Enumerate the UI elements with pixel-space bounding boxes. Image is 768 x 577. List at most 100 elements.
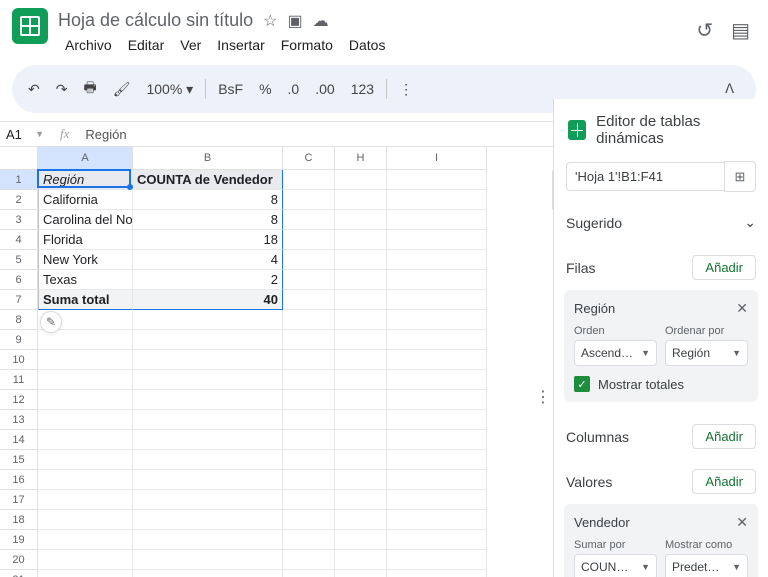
cell[interactable] [133,430,283,450]
cell[interactable] [38,370,133,390]
row-header[interactable]: 11 [0,370,38,390]
row-header[interactable]: 1 [0,170,38,190]
row-header[interactable]: 17 [0,490,38,510]
cell[interactable]: Texas [38,270,133,290]
showas-select[interactable]: Predet…▼ [665,554,748,577]
cell[interactable]: Florida [38,230,133,250]
currency-button[interactable]: BsF [210,75,251,103]
add-values-button[interactable]: Añadir [692,469,756,494]
row-header[interactable]: 13 [0,410,38,430]
cell[interactable] [133,450,283,470]
move-folder-icon[interactable]: ▣ [287,11,302,31]
cell[interactable] [283,210,335,230]
order-select[interactable]: Ascend…▼ [574,340,657,366]
cell[interactable] [387,470,487,490]
cell[interactable]: California [38,190,133,210]
cell[interactable] [283,570,335,577]
col-header-B[interactable]: B [133,147,283,170]
cell[interactable] [387,570,487,577]
cell[interactable]: 40 [133,290,283,310]
suggested-toggle[interactable]: Sugerido⌄ [554,204,768,241]
remove-vendor-button[interactable]: ✕ [736,514,748,531]
cell[interactable]: Carolina del Nor [38,210,133,230]
cell[interactable] [387,170,487,190]
cell[interactable] [335,550,387,570]
menu-ver[interactable]: Ver [173,33,208,57]
redo-button[interactable]: ↷ [48,75,76,104]
row-header[interactable]: 5 [0,250,38,270]
cell[interactable] [387,490,487,510]
cell[interactable] [38,510,133,530]
cell[interactable] [335,470,387,490]
cell[interactable] [283,490,335,510]
cell[interactable] [38,530,133,550]
print-button[interactable]: 🖶 [75,71,104,107]
comments-icon[interactable]: ▤ [731,18,750,43]
cell[interactable] [38,570,133,577]
cell[interactable] [133,530,283,550]
cell[interactable]: New York [38,250,133,270]
cell[interactable] [335,390,387,410]
cell[interactable] [283,470,335,490]
cell[interactable] [387,230,487,250]
row-header[interactable]: 7 [0,290,38,310]
cell[interactable] [283,550,335,570]
row-header[interactable]: 4 [0,230,38,250]
more-toolbar-icon[interactable]: ⋮ [391,75,421,104]
cell[interactable]: 18 [133,230,283,250]
cell[interactable] [335,170,387,190]
cell[interactable] [387,510,487,530]
cell[interactable] [387,330,487,350]
cell[interactable] [335,410,387,430]
cell[interactable] [335,490,387,510]
cell[interactable] [335,190,387,210]
add-columns-button[interactable]: Añadir [692,424,756,449]
cell[interactable] [283,530,335,550]
cell[interactable] [387,370,487,390]
cell[interactable] [335,370,387,390]
cell[interactable] [133,370,283,390]
pivot-range-input[interactable]: 'Hoja 1'!B1:F41 [566,162,724,191]
cell[interactable] [387,550,487,570]
cell[interactable] [335,570,387,577]
cell[interactable] [283,350,335,370]
document-title[interactable]: Hoja de cálculo sin título [58,10,253,31]
cell[interactable] [335,510,387,530]
row-header[interactable]: 15 [0,450,38,470]
cell[interactable] [387,430,487,450]
remove-region-button[interactable]: ✕ [736,300,748,317]
name-box[interactable]: A1▼ [0,127,50,142]
row-header[interactable]: 9 [0,330,38,350]
row-header[interactable]: 20 [0,550,38,570]
grid-area[interactable]: A B C H I 123456789101112131415161718192… [0,147,553,577]
cell[interactable]: 8 [133,190,283,210]
row-header[interactable]: 8 [0,310,38,330]
increase-decimal-button[interactable]: .00 [307,75,342,103]
menu-archivo[interactable]: Archivo [58,33,119,57]
cell[interactable] [335,290,387,310]
cell[interactable] [283,170,335,190]
row-header[interactable]: 16 [0,470,38,490]
cell[interactable] [133,390,283,410]
menu-formato[interactable]: Formato [274,33,340,57]
cell[interactable]: Región [38,170,133,190]
cell[interactable] [283,370,335,390]
undo-button[interactable]: ↶ [20,75,48,104]
sortby-select[interactable]: Región▼ [665,340,748,366]
cell[interactable] [283,230,335,250]
cell[interactable] [133,570,283,577]
menu-editar[interactable]: Editar [121,33,172,57]
cell[interactable] [283,430,335,450]
cell[interactable] [38,330,133,350]
cell[interactable] [387,530,487,550]
cell[interactable] [38,490,133,510]
cell[interactable] [283,330,335,350]
col-header-I[interactable]: I [387,147,487,170]
cell[interactable] [133,330,283,350]
cell[interactable] [335,210,387,230]
row-header[interactable]: 10 [0,350,38,370]
row-header[interactable]: 2 [0,190,38,210]
cell[interactable] [283,250,335,270]
cell[interactable] [335,530,387,550]
star-icon[interactable]: ☆ [263,11,277,31]
